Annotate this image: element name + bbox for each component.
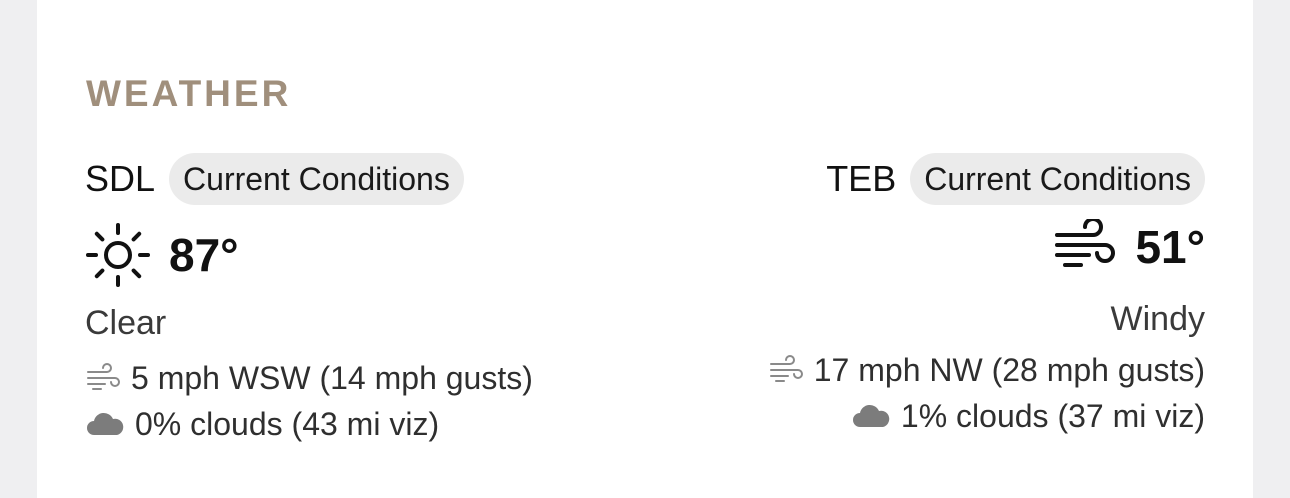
station-header: SDL Current Conditions (85, 153, 645, 205)
cloud-icon (85, 410, 125, 438)
current-conditions-badge: Current Conditions (910, 153, 1205, 205)
clouds-text: 1% clouds (37 mi viz) (900, 398, 1205, 434)
cloud-icon (851, 402, 891, 430)
current-conditions-badge: Current Conditions (169, 153, 464, 205)
weather-card: WEATHER SDL Current Conditions 87° Clear… (37, 0, 1253, 498)
temperature-row: 51° (645, 215, 1205, 279)
temperature: 51° (1135, 221, 1205, 273)
station-header: TEB Current Conditions (645, 153, 1205, 205)
section-title: WEATHER (86, 73, 292, 114)
sun-icon (85, 222, 151, 288)
condition-text: Windy (1110, 300, 1205, 338)
station-code: TEB (826, 158, 897, 199)
details-list: 17 mph NW (28 mph gusts) 1% clouds (37 m… (645, 347, 1205, 439)
wind-detail: 17 mph NW (28 mph gusts) (645, 347, 1205, 393)
condition-text: Clear (85, 304, 167, 342)
station-sdl[interactable]: SDL Current Conditions 87° Clear 5 mph W… (85, 153, 645, 447)
wind-icon (1053, 219, 1117, 275)
wind-detail: 5 mph WSW (14 mph gusts) (85, 355, 645, 401)
station-code: SDL (85, 158, 156, 199)
wind-text: 17 mph NW (28 mph gusts) (813, 352, 1205, 388)
wind-text: 5 mph WSW (14 mph gusts) (131, 360, 533, 396)
temperature: 87° (169, 229, 239, 281)
wind-small-icon (768, 355, 804, 385)
station-teb[interactable]: TEB Current Conditions 51° Windy 17 mph … (645, 153, 1205, 439)
wind-small-icon (85, 363, 121, 393)
clouds-detail: 0% clouds (43 mi viz) (85, 401, 645, 447)
temperature-row: 87° (85, 221, 645, 289)
clouds-detail: 1% clouds (37 mi viz) (645, 393, 1205, 439)
clouds-text: 0% clouds (43 mi viz) (135, 406, 440, 442)
details-list: 5 mph WSW (14 mph gusts) 0% clouds (43 m… (85, 355, 645, 447)
